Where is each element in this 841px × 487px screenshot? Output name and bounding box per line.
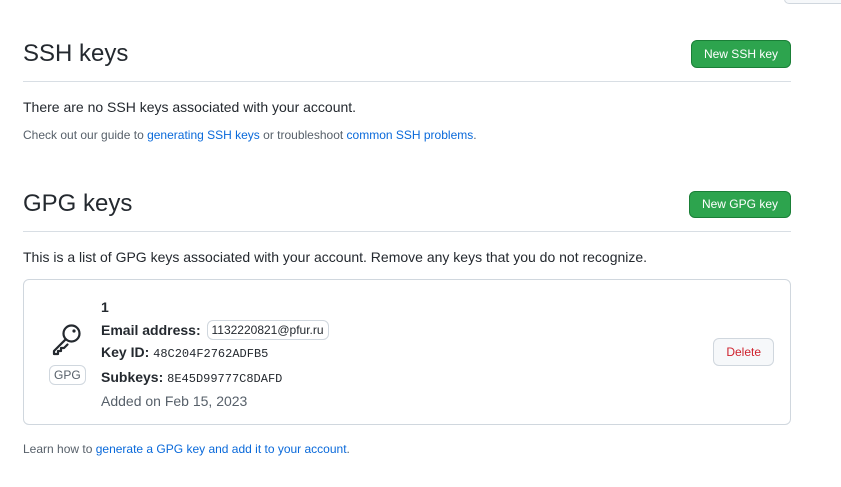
ssh-help-prefix: Check out our guide to [23,128,148,142]
key-id-label: Key ID: [101,344,150,360]
gpg-keys-header: GPG keys New GPG key [23,190,791,232]
gpg-key-name: 1 [101,299,109,315]
gpg-description: This is a list of GPG keys associated wi… [23,249,648,265]
email-address-label: Email address: [101,321,201,338]
learn-prefix: Learn how to [23,442,96,456]
top-right-control-fragment[interactable] [784,0,841,4]
gpg-key-id-row: Key ID: 48C204F2762ADFB5 [101,341,329,366]
new-gpg-key-button[interactable]: New GPG key [688,191,791,218]
ssh-help-text: Check out our guide to generating SSH ke… [23,126,791,144]
key-id-value: 48C204F2762ADFB5 [153,347,269,361]
ssh-help-middle: or troubleshoot [259,128,347,142]
gpg-key-details: 1 Email address: 1132220821@pfur.ru Key … [101,296,329,413]
delete-gpg-key-button[interactable]: Delete [713,338,774,366]
generating-ssh-keys-link[interactable]: generating SSH keys [147,128,260,142]
ssh-empty-message: There are no SSH keys associated with yo… [23,99,357,115]
ssh-keys-title: SSH keys [23,40,129,67]
gpg-key-email-row: Email address: 1132220821@pfur.ru [101,319,329,342]
added-date: Added on Feb 15, 2023 [101,393,248,409]
ssh-help-suffix: . [473,128,477,142]
gpg-badge: GPG [49,365,86,385]
gpg-subkeys-row: Subkeys: 8E45D99777C8DAFD [101,366,329,391]
learn-suffix: . [346,442,350,456]
settings-page: SSH keys New SSH key There are no SSH ke… [0,0,841,487]
gpg-learn-text: Learn how to generate a GPG key and add … [23,440,350,458]
ssh-keys-section: SSH keys New SSH key There are no SSH ke… [23,40,791,144]
gpg-keys-section: GPG keys New GPG key This is a list of G… [23,190,791,267]
subkeys-value: 8E45D99777C8DAFD [167,371,283,386]
generate-gpg-key-link[interactable]: generate a GPG key and add it to your ac… [96,442,347,456]
ssh-keys-header: SSH keys New SSH key [23,40,791,82]
subkeys-label: Subkeys: [101,368,164,385]
email-address-value: 1132220821@pfur.ru [206,319,329,340]
gpg-keys-title: GPG keys [23,190,133,217]
key-icon [50,324,84,360]
new-ssh-key-button[interactable]: New SSH key [690,40,791,68]
gpg-key-list-item: GPG 1 Email address: 1132220821@pfur.ru … [23,279,791,425]
gpg-key-icon-column: GPG [49,322,86,385]
common-ssh-problems-link[interactable]: common SSH problems [347,128,474,142]
